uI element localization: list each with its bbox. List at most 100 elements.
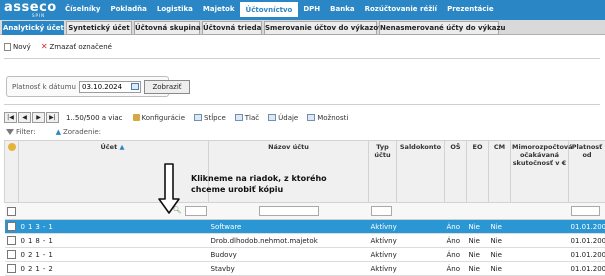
filter-os-cell <box>444 202 467 220</box>
filter-typ-input[interactable] <box>370 206 393 216</box>
menu-majetok[interactable]: Majetok <box>198 2 240 17</box>
row-checkbox-cell <box>4 233 19 248</box>
configurations-button[interactable]: Konfigurácie <box>132 114 185 122</box>
cell-typ: Aktívny <box>368 247 397 262</box>
sort-asc-icon: ▲ <box>119 143 125 151</box>
cell-platnost: 01.01.2008 <box>568 233 605 248</box>
data-label: Údaje <box>278 113 299 122</box>
menu-prezentacie[interactable]: Prezentácie <box>442 2 499 17</box>
paging-info: 1..50/500 a viac <box>66 113 123 122</box>
options-button[interactable]: Možnosti <box>307 114 348 122</box>
row-checkbox[interactable] <box>6 222 16 231</box>
filter-cm-cell <box>488 202 511 220</box>
new-button[interactable]: Nový <box>4 42 31 51</box>
show-button[interactable]: Zobraziť <box>144 80 190 94</box>
row-checkbox[interactable] <box>6 236 16 245</box>
date-filter-label: Platnosť k dátumu <box>12 83 76 91</box>
first-page-button[interactable]: |◀ <box>4 112 17 123</box>
cell-typ: Aktívny <box>368 219 397 234</box>
logo-word: asseco <box>4 0 57 15</box>
table-row[interactable]: 021-1 Budovy Aktívny Áno Nie Nie 01.01.2… <box>4 247 605 262</box>
cell-saldokonto <box>396 233 445 248</box>
row-checkbox[interactable] <box>6 264 16 273</box>
header-os[interactable]: OŠ <box>444 140 467 203</box>
tab-uctovna-skupina[interactable]: Účtovná skupina <box>134 21 201 35</box>
menu-ciselniky[interactable]: Číselníky <box>60 2 105 17</box>
row-checkbox-cell <box>4 247 19 262</box>
tab-synteticky-ucet[interactable]: Syntetický účet <box>66 21 132 35</box>
print-button[interactable]: Tlač <box>234 113 260 122</box>
cell-ucet: 021-1 <box>18 247 209 262</box>
data-button[interactable]: Údaje <box>268 114 298 122</box>
tab-analyticky-ucet[interactable]: Analytický účet <box>2 21 64 35</box>
table-row[interactable]: 018-1 Drob.dlhodob.nehmot.majetok Aktívn… <box>4 233 605 248</box>
cell-eo: Nie <box>466 219 489 234</box>
menu-banka[interactable]: Banka <box>325 2 359 17</box>
header-cm[interactable]: CM <box>488 140 511 203</box>
filter-row: 🔍︎ <box>4 202 605 220</box>
status-icon <box>7 143 16 151</box>
menu-logistika[interactable]: Logistika <box>152 2 198 17</box>
grid-toolbar: |◀ ◀ ▶ ▶| 1..50/500 a viac Konfigurácie … <box>4 111 602 124</box>
cell-ucet: 018-1 <box>18 233 209 248</box>
delete-selected-button[interactable]: ✕ Zmazať označené <box>41 42 112 51</box>
sort-toggle[interactable]: ▲ Zoradenie: <box>56 128 101 136</box>
header-mimorozpoctova[interactable]: Mimorozpočtová očakávaná skutočnosť v € <box>510 140 573 203</box>
tab-smerovanie-uctov[interactable]: Smerovanie účtov do výkazov <box>264 21 383 35</box>
columns-label: Stĺpce <box>204 113 226 122</box>
print-label: Tlač <box>244 113 260 122</box>
sort-icon: ▲ <box>55 128 61 136</box>
new-label: Nový <box>13 42 31 51</box>
menu-dph[interactable]: DPH <box>298 2 325 17</box>
columns-icon <box>194 114 203 121</box>
filter-sort-bar: Filter: ▲ Zoradenie: <box>6 128 101 136</box>
date-filter-panel: Platnosť k dátumu Zobraziť <box>6 76 190 97</box>
main-menu: Číselníky Pokladňa Logistika Majetok Účt… <box>60 2 499 18</box>
table-row[interactable]: 013-1 Software Aktívny Áno Nie Nie 01.01… <box>4 219 605 234</box>
cell-mimo <box>510 219 569 234</box>
cell-saldokonto <box>396 219 445 234</box>
menu-pokladna[interactable]: Pokladňa <box>105 2 151 17</box>
header-eo[interactable]: EO <box>466 140 489 203</box>
filter-nazov-input[interactable] <box>258 206 319 216</box>
cell-ucet: 013-1 <box>18 219 209 234</box>
tab-nenasmerovane-ucty[interactable]: Nenasmerované účty do výkazu <box>379 21 506 35</box>
filter-platnost-input[interactable] <box>570 206 601 216</box>
menu-rozuctovanie[interactable]: Rozúčtovanie réžií <box>360 2 443 17</box>
cell-os: Áno <box>444 247 467 262</box>
filter-checkbox-cell <box>4 202 19 220</box>
cell-eo: Nie <box>466 233 489 248</box>
data-icon <box>268 114 277 121</box>
printer-icon <box>234 114 243 121</box>
asseco-logo[interactable]: asseco SPIN <box>4 1 56 19</box>
filter-ucet-input[interactable] <box>184 206 207 216</box>
last-page-button[interactable]: ▶| <box>46 112 59 123</box>
next-page-button[interactable]: ▶ <box>32 112 45 123</box>
table-row[interactable]: 021-2 Stavby Aktívny Áno Nie Nie 01.01.2… <box>4 261 605 276</box>
menu-uctovnictvo[interactable]: Účtovníctvo <box>239 2 299 17</box>
cell-nazov: Stavby <box>208 261 369 276</box>
header-platnost[interactable]: Platnosť od <box>568 140 605 203</box>
lock-icon <box>132 114 140 121</box>
cell-cm: Nie <box>488 261 511 276</box>
columns-button[interactable]: Stĺpce <box>194 114 226 122</box>
sub-tabs: Analytický účet Syntetický účet Účtovná … <box>0 20 605 35</box>
filter-toggle[interactable]: Filter: <box>6 128 36 136</box>
cell-saldokonto <box>396 261 445 276</box>
options-label: Možnosti <box>317 113 349 122</box>
prev-page-button[interactable]: ◀ <box>18 112 31 123</box>
select-all-checkbox[interactable] <box>6 206 16 216</box>
tab-uctovna-trieda[interactable]: Účtovná trieda <box>202 21 262 35</box>
header-saldokonto[interactable]: Saldokonto <box>396 140 445 203</box>
row-checkbox[interactable] <box>6 250 16 259</box>
delete-icon: ✕ <box>40 42 48 51</box>
cell-typ: Aktívny <box>368 261 397 276</box>
calendar-icon[interactable] <box>131 83 139 90</box>
header-typ[interactable]: Typ účtu <box>368 140 397 203</box>
annotation-line-2: chceme urobiť kópiu <box>191 185 284 194</box>
cell-platnost: 01.01.2008 <box>568 219 605 234</box>
cell-nazov: Drob.dlhodob.nehmot.majetok <box>208 233 369 248</box>
cell-os: Áno <box>444 233 467 248</box>
document-icon <box>4 42 11 51</box>
annotation-note: Klikneme na riadok, z ktorého chceme uro… <box>191 173 327 195</box>
